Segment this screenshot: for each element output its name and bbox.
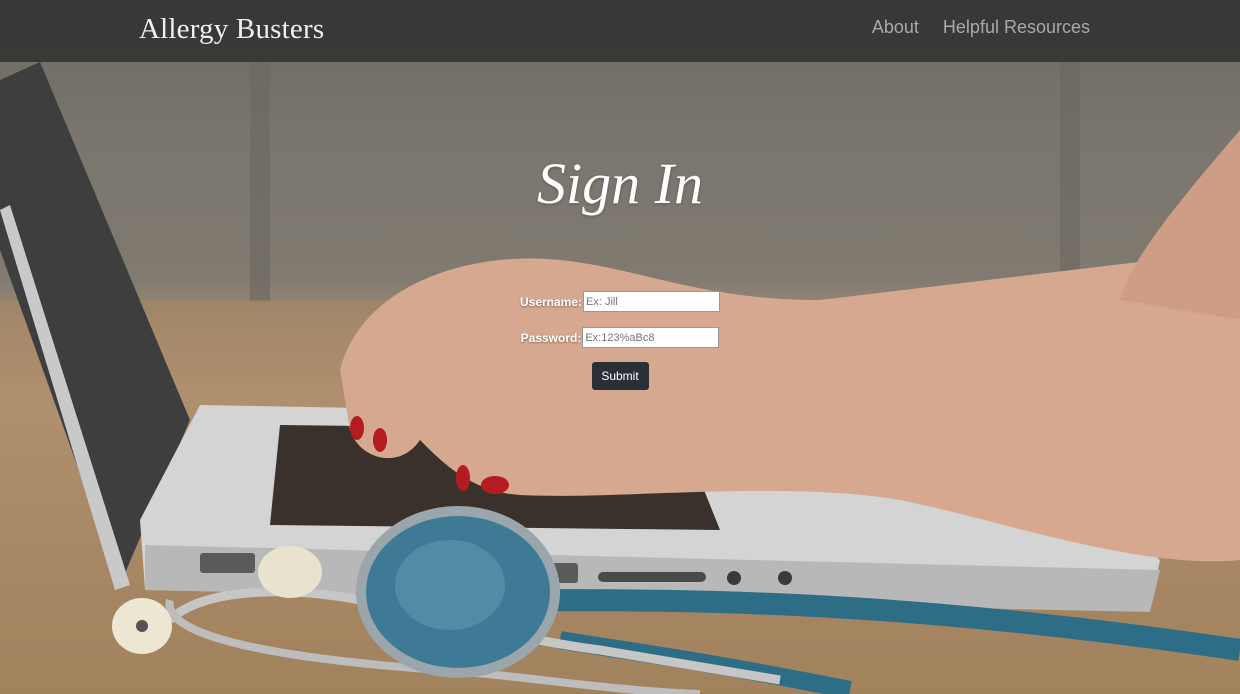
signin-form: Username: Password: Submit xyxy=(0,290,1240,390)
password-label: Password: xyxy=(520,330,582,345)
brand-logo-text[interactable]: Allergy Busters xyxy=(139,13,324,46)
username-row: Username: xyxy=(0,290,1240,313)
page-title: Sign In xyxy=(537,151,703,216)
password-row: Password: xyxy=(0,326,1240,349)
username-input[interactable] xyxy=(583,291,721,312)
top-navbar: Allergy Busters About Helpful Resources xyxy=(0,0,1240,62)
nav-link-helpful-resources[interactable]: Helpful Resources xyxy=(943,17,1090,38)
password-input[interactable] xyxy=(582,327,720,348)
nav-link-about[interactable]: About xyxy=(872,17,919,38)
username-label: Username: xyxy=(519,294,583,309)
submit-row: Submit xyxy=(0,362,1240,390)
nav-links: About Helpful Resources xyxy=(872,17,1090,38)
submit-button[interactable]: Submit xyxy=(591,362,649,390)
